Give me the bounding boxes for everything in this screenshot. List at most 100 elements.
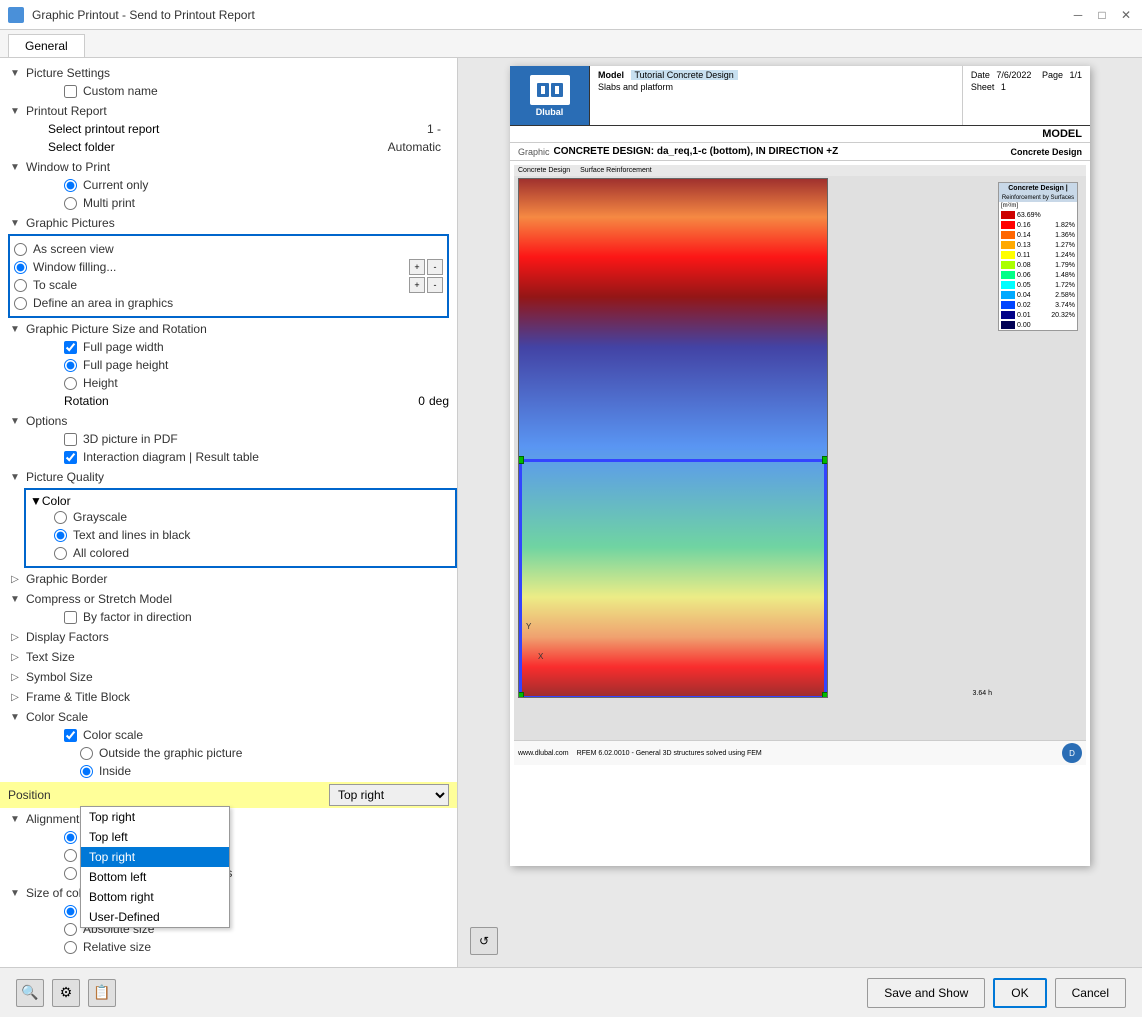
popup-bottom-right[interactable]: Bottom right <box>81 887 229 907</box>
graphic-pictures-box: As screen view Window filling... To scal… <box>8 234 449 318</box>
compress-stretch-header[interactable]: ▼ Compress or Stretch Model <box>0 590 457 608</box>
right-panel: Dlubal Model Tutorial Concrete Design Sl… <box>458 58 1142 967</box>
symbol-size-label: Symbol Size <box>26 670 93 684</box>
interaction-checkbox[interactable] <box>64 451 77 464</box>
height-radio[interactable] <box>64 377 77 390</box>
graphic-border-header[interactable]: ▷ Graphic Border <box>0 570 457 588</box>
grayscale-radio[interactable] <box>54 511 67 524</box>
date-row: Date 7/6/2022 Page 1/1 <box>971 70 1082 80</box>
scale-btn-1[interactable]: + <box>409 259 425 275</box>
current-only-radio[interactable] <box>64 179 77 192</box>
popup-top-right-first[interactable]: Top right <box>81 807 229 827</box>
multi-print-radio[interactable] <box>64 197 77 210</box>
select-report-row: Select printout report 1 - <box>24 120 457 138</box>
picture-settings-header[interactable]: ▼ Picture Settings <box>0 64 457 82</box>
close-button[interactable]: ✕ <box>1118 7 1134 23</box>
doc-header-info: Model Tutorial Concrete Design Slabs and… <box>590 66 962 125</box>
factor-direction-checkbox[interactable] <box>64 611 77 624</box>
to-scale-radio[interactable] <box>14 279 27 292</box>
absolute-size-radio[interactable] <box>64 923 77 936</box>
legend-val-005: 0.05 <box>1017 282 1031 289</box>
legend-item-11: 0.01 20.32% <box>999 310 1077 320</box>
graphic-footer: www.dlubal.com RFEM 6.02.0010 - General … <box>514 740 1086 765</box>
settings-tool-button[interactable]: ⚙ <box>52 979 80 1007</box>
frame-title-header[interactable]: ▷ Frame & Title Block <box>0 688 457 706</box>
search-tool-button[interactable]: 🔍 <box>16 979 44 1007</box>
text-lines-black-radio[interactable] <box>54 529 67 542</box>
custom-name-checkbox[interactable] <box>64 85 77 98</box>
position-select[interactable]: Top right Top left Bottom left Bottom ri… <box>329 784 449 806</box>
tab-general[interactable]: General <box>8 34 85 57</box>
full-page-width-checkbox[interactable] <box>64 341 77 354</box>
color-scale-checkbox[interactable] <box>64 729 77 742</box>
display-factors-header[interactable]: ▷ Display Factors <box>0 628 457 646</box>
section-graphic-pictures: ▼ Graphic Pictures As screen view Win <box>0 214 457 318</box>
3d-pdf-checkbox[interactable] <box>64 433 77 446</box>
popup-top-left[interactable]: Top left <box>81 827 229 847</box>
expand-icon-ft: ▷ <box>8 690 22 704</box>
legend-subtitle: Reinforcement by Surfaces <box>999 194 1077 202</box>
define-area-radio[interactable] <box>14 297 27 310</box>
expand-icon-pr: ▼ <box>8 104 22 118</box>
inside-radio[interactable] <box>80 765 93 778</box>
rotation-value: 0 <box>418 394 425 408</box>
popup-top-right-selected[interactable]: Top right <box>81 847 229 867</box>
sheet-value: 1 <box>1001 82 1006 92</box>
window-filling-label: Window filling... <box>33 260 116 274</box>
popup-bottom-left[interactable]: Bottom left <box>81 867 229 887</box>
graphic-pictures-header[interactable]: ▼ Graphic Pictures <box>0 214 457 232</box>
handle-tl <box>518 456 524 464</box>
window-print-header[interactable]: ▼ Window to Print <box>0 158 457 176</box>
save-show-button[interactable]: Save and Show <box>867 978 985 1008</box>
scale-btn-3[interactable]: + <box>409 277 425 293</box>
interaction-item: Interaction diagram | Result table <box>24 448 457 466</box>
relative-size-radio[interactable] <box>64 941 77 954</box>
minimize-button[interactable]: ─ <box>1070 7 1086 23</box>
gp-size-header[interactable]: ▼ Graphic Picture Size and Rotation <box>0 320 457 338</box>
legend-color-7 <box>1001 271 1015 279</box>
legend-item-4: 0.13 1.27% <box>999 240 1077 250</box>
section-window-print: ▼ Window to Print Current only Multi pri… <box>0 158 457 212</box>
ok-button[interactable]: OK <box>993 978 1046 1008</box>
refresh-button[interactable]: ↺ <box>470 927 498 955</box>
legend-val-016: 0.16 <box>1017 222 1031 229</box>
expand-icon-gb: ▷ <box>8 572 22 586</box>
color-scale-header[interactable]: ▼ Color Scale <box>0 708 457 726</box>
options-header[interactable]: ▼ Options <box>0 412 457 430</box>
scale-btn-2[interactable]: - <box>427 259 443 275</box>
auto-size-radio[interactable] <box>64 905 77 918</box>
popup-user-defined[interactable]: User-Defined <box>81 907 229 927</box>
scale-btn-4[interactable]: - <box>427 277 443 293</box>
full-page-height-radio[interactable] <box>64 359 77 372</box>
printout-report-header[interactable]: ▼ Printout Report <box>0 102 457 120</box>
as-screen-view-item: As screen view <box>14 240 173 258</box>
help-icon: 📋 <box>93 984 110 1001</box>
model-label: Model <box>598 70 624 80</box>
position-dropdown-popup[interactable]: Top right Top left Top right Bottom left… <box>80 806 230 928</box>
expand-icon: ▼ <box>8 66 22 80</box>
maximize-button[interactable]: □ <box>1094 7 1110 23</box>
color-scale-item-label: Color scale <box>83 728 143 742</box>
picture-quality-header[interactable]: ▼ Picture Quality <box>0 468 457 486</box>
legend-item-10: 0.02 3.74% <box>999 300 1077 310</box>
left-scroll[interactable]: ▼ Picture Settings Custom name ▼ Printou… <box>0 58 457 967</box>
text-size-header[interactable]: ▷ Text Size <box>0 648 457 666</box>
outside-graphic-radio[interactable] <box>80 747 93 760</box>
select-report-label: Select printout report <box>48 122 159 136</box>
align-vert-radio[interactable] <box>64 849 77 862</box>
color-scale-item: Color scale <box>24 726 457 744</box>
space-between-radio[interactable] <box>64 867 77 880</box>
legend-pct-4: 1.27% <box>1055 242 1075 249</box>
as-screen-radio[interactable] <box>14 243 27 256</box>
cancel-button[interactable]: Cancel <box>1055 978 1126 1008</box>
align-horiz-radio[interactable] <box>64 831 77 844</box>
define-area-item: Define an area in graphics <box>14 294 173 312</box>
window-filling-radio[interactable] <box>14 261 27 274</box>
page-label: Page <box>1042 70 1063 80</box>
color-box: ▼ Color Grayscale Text and lines in blac… <box>24 488 457 568</box>
symbol-size-header[interactable]: ▷ Symbol Size <box>0 668 457 686</box>
window-controls[interactable]: ─ □ ✕ <box>1070 7 1134 23</box>
all-colored-radio[interactable] <box>54 547 67 560</box>
expand-icon-wp: ▼ <box>8 160 22 174</box>
help-tool-button[interactable]: 📋 <box>88 979 116 1007</box>
